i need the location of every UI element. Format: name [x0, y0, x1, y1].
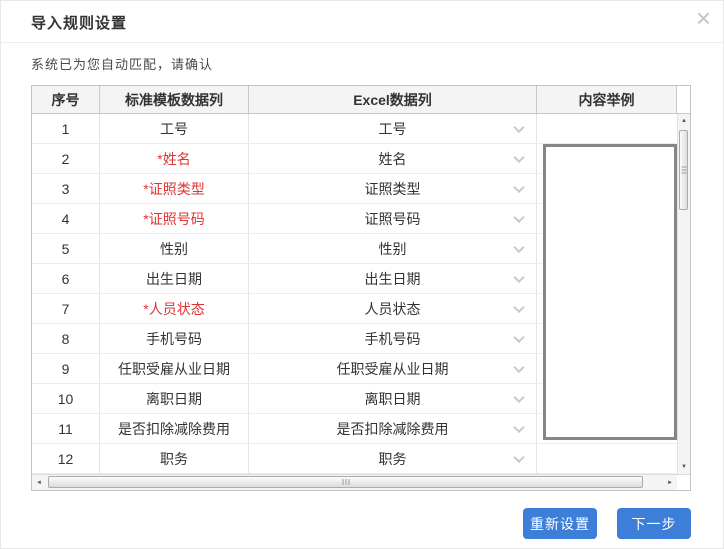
row-number: 6 — [32, 264, 100, 293]
row-number: 11 — [32, 414, 100, 443]
chevron-down-icon — [513, 181, 525, 193]
excel-column-value: 任职受雇从业日期 — [336, 360, 449, 377]
standard-column-value: 出生日期 — [100, 264, 249, 293]
excel-column-select[interactable]: 出生日期 — [249, 264, 537, 293]
excel-column-value: 工号 — [378, 120, 407, 137]
horizontal-scroll-track[interactable] — [46, 475, 663, 490]
excel-column-select[interactable]: 任职受雇从业日期 — [249, 354, 537, 383]
excel-column-select[interactable]: 职务 — [249, 444, 537, 473]
vertical-scroll-track[interactable] — [678, 128, 690, 460]
header-corner — [677, 86, 690, 113]
excel-column-select[interactable]: 人员状态 — [249, 294, 537, 323]
header-cell-index: 序号 — [32, 86, 100, 113]
excel-column-select[interactable]: 证照号码 — [249, 204, 537, 233]
header-cell-standard: 标准模板数据列 — [100, 86, 249, 113]
excel-column-value: 性别 — [378, 240, 407, 257]
chevron-down-icon — [513, 211, 525, 223]
row-number: 3 — [32, 174, 100, 203]
table-header-row: 序号 标准模板数据列 Excel数据列 内容举例 — [32, 86, 690, 114]
horizontal-scrollbar[interactable]: ◄ ► — [32, 475, 677, 490]
chevron-down-icon — [513, 361, 525, 373]
scroll-right-icon[interactable]: ► — [663, 475, 677, 490]
chevron-down-icon — [513, 271, 525, 283]
header-cell-excel: Excel数据列 — [249, 86, 537, 113]
standard-column-value: 性别 — [100, 234, 249, 263]
thumb-grip-icon — [681, 166, 686, 174]
standard-column-value: 任职受雇从业日期 — [100, 354, 249, 383]
row-number: 1 — [32, 114, 100, 143]
excel-column-select[interactable]: 手机号码 — [249, 324, 537, 353]
standard-column-value: *姓名 — [100, 144, 249, 173]
chevron-down-icon — [513, 391, 525, 403]
chevron-down-icon — [513, 451, 525, 463]
standard-column-value: 工号 — [100, 114, 249, 143]
standard-column-value: 是否扣除减除费用 — [100, 414, 249, 443]
row-number: 10 — [32, 384, 100, 413]
row-number: 8 — [32, 324, 100, 353]
thumb-grip-icon — [342, 479, 349, 485]
excel-column-select[interactable]: 工号 — [249, 114, 537, 143]
horizontal-scrollbar-row: ◄ ► — [32, 474, 690, 490]
row-number: 12 — [32, 444, 100, 473]
excel-column-value: 证照号码 — [364, 210, 421, 227]
next-step-button[interactable]: 下一步 — [617, 508, 691, 539]
content-example-cell — [537, 444, 677, 473]
standard-column-value: 离职日期 — [100, 384, 249, 413]
row-number: 9 — [32, 354, 100, 383]
standard-column-value: *证照号码 — [100, 204, 249, 233]
vertical-scroll-thumb[interactable] — [679, 130, 688, 210]
excel-column-select[interactable]: 证照类型 — [249, 174, 537, 203]
dialog-header: 导入规则设置 × — [1, 1, 723, 43]
scrollbar-corner — [677, 475, 690, 490]
dialog-title: 导入规则设置 — [31, 15, 128, 32]
table-row: 1 工号 工号 — [32, 114, 677, 144]
excel-column-value: 姓名 — [378, 150, 407, 167]
excel-column-value: 手机号码 — [364, 330, 421, 347]
chevron-down-icon — [513, 331, 525, 343]
scroll-left-icon[interactable]: ◄ — [32, 475, 46, 490]
excel-column-value: 是否扣除减除费用 — [336, 420, 449, 437]
standard-column-value: 手机号码 — [100, 324, 249, 353]
chevron-down-icon — [513, 241, 525, 253]
chevron-down-icon — [513, 151, 525, 163]
excel-column-value: 出生日期 — [364, 270, 421, 287]
horizontal-scroll-thumb[interactable] — [48, 476, 643, 488]
content-example-cell — [537, 114, 677, 143]
row-number: 5 — [32, 234, 100, 263]
close-icon[interactable]: × — [696, 5, 711, 31]
excel-column-value: 离职日期 — [364, 390, 421, 407]
row-number: 7 — [32, 294, 100, 323]
auto-match-hint: 系统已为您自动匹配，请确认 — [31, 57, 214, 72]
vertical-scrollbar[interactable]: ▲ ▼ — [677, 114, 690, 474]
chevron-down-icon — [513, 301, 525, 313]
excel-column-select[interactable]: 性别 — [249, 234, 537, 263]
excel-column-select[interactable]: 是否扣除减除费用 — [249, 414, 537, 443]
excel-column-value: 人员状态 — [364, 300, 421, 317]
chevron-down-icon — [513, 121, 525, 133]
excel-column-value: 职务 — [378, 450, 407, 467]
excel-column-select[interactable]: 离职日期 — [249, 384, 537, 413]
excel-column-value: 证照类型 — [364, 180, 421, 197]
excel-column-select[interactable]: 姓名 — [249, 144, 537, 173]
row-number: 2 — [32, 144, 100, 173]
standard-column-value: 职务 — [100, 444, 249, 473]
chevron-down-icon — [513, 421, 525, 433]
content-example-highlight-box — [543, 144, 677, 440]
header-cell-example: 内容举例 — [537, 86, 677, 113]
import-rules-dialog: 导入规则设置 × 系统已为您自动匹配，请确认 序号 标准模板数据列 Excel数… — [0, 0, 724, 549]
row-number: 4 — [32, 204, 100, 233]
scroll-down-icon[interactable]: ▼ — [678, 460, 690, 474]
scroll-up-icon[interactable]: ▲ — [678, 114, 690, 128]
mapping-table: 序号 标准模板数据列 Excel数据列 内容举例 1 工号 工号 2 *姓名 姓… — [31, 85, 691, 491]
table-row: 12 职务 职务 — [32, 444, 677, 474]
standard-column-value: *证照类型 — [100, 174, 249, 203]
standard-column-value: *人员状态 — [100, 294, 249, 323]
reset-button[interactable]: 重新设置 — [523, 508, 597, 539]
